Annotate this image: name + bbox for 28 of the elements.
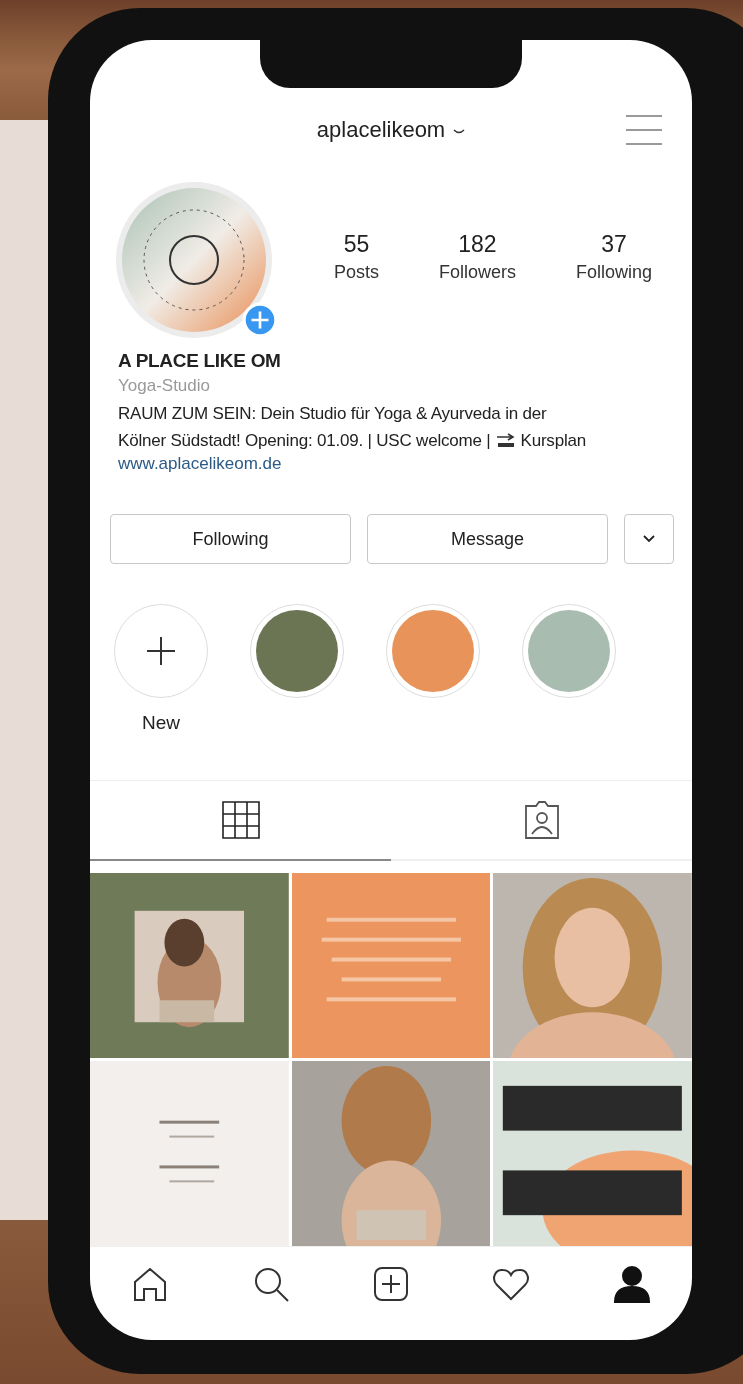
website-link[interactable]: www.aplacelikeom.de bbox=[118, 454, 668, 474]
profile-icon[interactable] bbox=[611, 1263, 652, 1304]
category-label: Yoga-Studio bbox=[118, 376, 211, 396]
highlight-circle[interactable] bbox=[528, 610, 610, 692]
stat-count: 182 bbox=[458, 231, 497, 258]
highlight-circle[interactable] bbox=[256, 610, 338, 692]
profile-button[interactable]: Following bbox=[110, 514, 351, 564]
bio-text: Kölner Südstadt! Opening: 01.09. | USC welcome | bbox=[118, 430, 491, 452]
bio-text: Kursplan bbox=[520, 430, 586, 452]
bio-text: RAUM ZUM SEIN: Dein Studio für Yoga & Ayurveda in der bbox=[118, 403, 548, 425]
highlight-label: New bbox=[142, 712, 180, 734]
stat-count: 55 bbox=[343, 231, 370, 258]
dropdown-button[interactable] bbox=[624, 514, 674, 564]
highlight-circle[interactable] bbox=[392, 610, 474, 692]
profile-name: A PLACE LIKE OM bbox=[118, 350, 282, 372]
chevron-down-icon bbox=[643, 535, 655, 543]
soon-arrow-icon bbox=[495, 432, 516, 449]
stat-label[interactable]: Following bbox=[575, 262, 652, 283]
menu-icon[interactable] bbox=[626, 114, 662, 146]
add-story-icon[interactable] bbox=[242, 302, 278, 338]
plus-icon bbox=[146, 636, 176, 666]
caret-icon[interactable] bbox=[453, 128, 466, 136]
username[interactable]: aplacelikeom bbox=[316, 117, 446, 143]
stat-label[interactable]: Posts bbox=[333, 262, 379, 283]
profile-button[interactable]: Message bbox=[367, 514, 608, 564]
grid-icon bbox=[221, 801, 260, 839]
stat-count: 37 bbox=[601, 231, 627, 258]
stat-label[interactable]: Followers bbox=[438, 262, 516, 283]
